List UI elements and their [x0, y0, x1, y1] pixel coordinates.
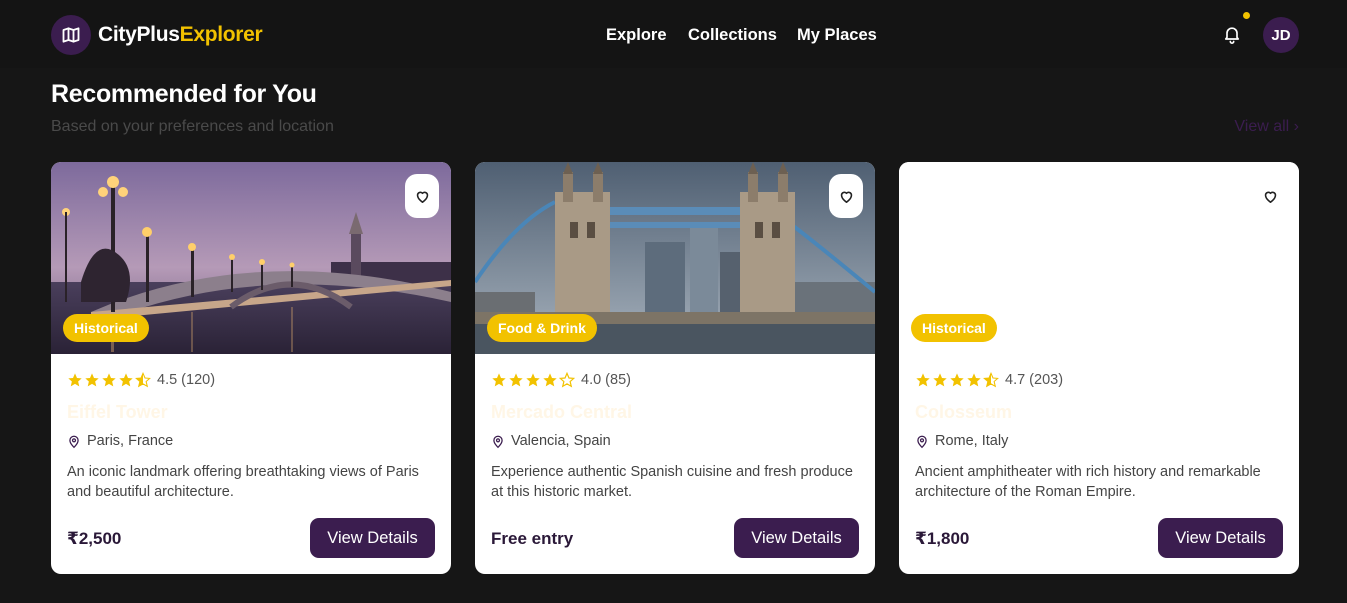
location-text: Valencia, Spain [511, 433, 611, 449]
favorite-button[interactable] [1253, 174, 1287, 218]
rating: 4.0 (85) [491, 371, 631, 389]
place-name[interactable]: Mercado Central [491, 401, 632, 423]
star-icon [85, 373, 99, 387]
place-description: Ancient amphitheater with rich history a… [915, 464, 1261, 500]
star-icon [526, 373, 540, 387]
avatar[interactable]: JD [1263, 17, 1299, 53]
star-rating [915, 372, 1000, 388]
category-tag: Food & Drink [487, 314, 597, 342]
price: Free entry [491, 529, 574, 548]
brand-part-2: Explorer [179, 23, 263, 46]
review-count: (203) [1029, 372, 1064, 388]
place-card[interactable]: Food & Drink 4.0 (85) Mercado Central Va… [475, 162, 875, 574]
star-icon [950, 373, 964, 387]
section-title: Recommended for You [51, 80, 317, 108]
star-half-icon [135, 372, 151, 388]
favorite-button[interactable] [829, 174, 863, 218]
section-subtitle: Based on your preferences and location [51, 118, 334, 135]
location-pin-icon [69, 435, 79, 448]
heart-icon [840, 191, 852, 203]
view-all-link[interactable]: View all › [1234, 117, 1299, 137]
star-icon [543, 373, 557, 387]
place-description: Experience authentic Spanish cuisine and… [491, 464, 853, 500]
view-details-button[interactable]: View Details [310, 518, 435, 558]
star-icon [916, 373, 930, 387]
star-half-icon [983, 372, 999, 388]
star-empty-icon [559, 372, 575, 388]
brand-part-1: CityPlus [98, 23, 180, 46]
bell-icon[interactable] [1222, 24, 1242, 44]
star-icon [102, 373, 116, 387]
rating: 4.7 (203) [915, 371, 1063, 389]
rating-value: 4.5 [157, 372, 178, 388]
price: ₹1,800 [915, 529, 970, 548]
nav-my-places[interactable]: My Places [797, 25, 877, 45]
category-tag: Historical [63, 314, 149, 342]
place-name[interactable]: Eiffel Tower [67, 401, 168, 423]
place-name[interactable]: Colosseum [915, 401, 1012, 423]
location-text: Paris, France [87, 433, 174, 449]
brand-name[interactable]: CityPlusExplorer [98, 23, 263, 47]
star-icon [119, 373, 133, 387]
map-icon [62, 27, 80, 43]
place-card[interactable]: Historical 4.7 (203) Colosseum Rome, Ita… [899, 162, 1299, 574]
nav-explore[interactable]: Explore [606, 25, 667, 45]
star-icon [967, 373, 981, 387]
review-count: (85) [605, 372, 631, 388]
heart-icon [416, 191, 428, 203]
notification-dot [1243, 12, 1250, 19]
location: Rome, Italy [915, 432, 1008, 450]
top-navbar: CityPlusExplorer Explore Collections My … [0, 0, 1347, 68]
view-details-button[interactable]: View Details [734, 518, 859, 558]
rating-value: 4.7 [1005, 372, 1026, 388]
location-text: Rome, Italy [935, 433, 1009, 449]
star-rating [491, 372, 576, 388]
favorite-button[interactable] [405, 174, 439, 218]
logo-badge[interactable] [51, 15, 91, 55]
location: Valencia, Spain [491, 432, 611, 450]
view-details-button[interactable]: View Details [1158, 518, 1283, 558]
review-count: (120) [181, 372, 216, 388]
location: Paris, France [67, 432, 173, 450]
heart-icon [1264, 191, 1276, 203]
rating-value: 4.0 [581, 372, 602, 388]
star-icon [933, 373, 947, 387]
star-icon [492, 373, 506, 387]
price: ₹2,500 [67, 529, 122, 548]
star-rating [67, 372, 152, 388]
place-card[interactable]: Historical 4.5 (120) Eiffel Tower Paris,… [51, 162, 451, 574]
location-pin-icon [917, 435, 927, 448]
nav-collections[interactable]: Collections [688, 25, 777, 45]
category-tag: Historical [911, 314, 997, 342]
star-icon [509, 373, 523, 387]
star-icon [68, 373, 82, 387]
location-pin-icon [493, 435, 503, 448]
place-description: An iconic landmark offering breathtaking… [67, 464, 419, 500]
rating: 4.5 (120) [67, 371, 215, 389]
